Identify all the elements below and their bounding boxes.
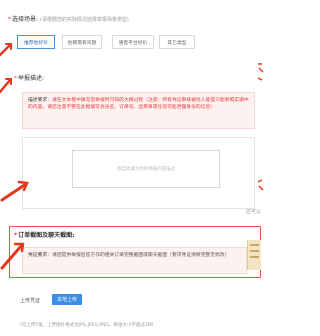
- scene-option-label: 推荐他好价: [24, 40, 48, 46]
- example-screenshot-thumbnail: [247, 240, 261, 270]
- annotation-arrow-1: [0, 43, 12, 57]
- placeholder-text: 请自动填写你的举报内容描述: [116, 167, 176, 172]
- scene-option-label: 其它类型: [167, 40, 187, 46]
- upload-label: 上传凭证: [20, 298, 41, 304]
- scene-title: *选择场景: (请根据您的实际情况选择举报场景类型): [8, 14, 129, 23]
- guide-label: 描述要求: [28, 98, 48, 103]
- scene-option-3[interactable]: 其它类型: [159, 35, 195, 49]
- required-marker: *: [14, 75, 17, 82]
- local-upload-button[interactable]: 本地上传: [52, 294, 82, 305]
- scene-option-2[interactable]: 语音平台好价: [112, 35, 154, 49]
- scene-option-label: 他钢需有问题: [67, 40, 97, 46]
- required-marker: *: [8, 16, 11, 23]
- screenshot-title-text: 订单截图及聊天截图:: [18, 232, 75, 239]
- annotation-bracket-top: [257, 63, 264, 81]
- screenshot-title: *订单截图及聊天截图:: [14, 230, 75, 239]
- screenshot-guide: 凭证要求：请您提供举报后您方作的相关订单完整截图或聊天截图（要求凭证清晰完整无修…: [22, 247, 247, 274]
- local-upload-label: 本地上传: [56, 297, 77, 303]
- scene-hint: (请根据您的实际情况选择举报场景类型): [39, 17, 129, 23]
- report-desc-title-text: 举报描述:: [18, 75, 45, 82]
- guide-text: 请在文本框中填写您举报时可知的大概过程（注意：所有凭证审核被找人能提只能够照实填…: [28, 98, 249, 110]
- report-desc-guide: 描述要求：请在文本框中填写您举报时可知的大概过程（注意：所有凭证审核被找人能提只…: [22, 92, 255, 129]
- scene-title-text: 选择场景:: [12, 16, 39, 23]
- scene-option-label: 语音平台好价: [118, 40, 148, 46]
- report-desc-placeholder[interactable]: 请自动填写你的举报内容描述: [72, 150, 220, 188]
- scene-option-1[interactable]: 他钢需有问题: [62, 35, 102, 49]
- annotation-bracket-bottom: [257, 179, 264, 191]
- upload-note: (可上传5张，上传图片格式为JPG,JPEG,PNG，每张大小不超过2M): [20, 323, 154, 328]
- scene-option-0[interactable]: 推荐他好价: [17, 35, 55, 49]
- guide-text: 请您提供举报后您方作的相关订单完整截图或聊天截图（要求凭证清晰完整无修改）: [52, 253, 230, 258]
- char-count: 还可以: [246, 209, 262, 215]
- guide-label: 凭证要求: [28, 253, 48, 258]
- annotation-arrow-2: [0, 78, 12, 94]
- report-desc-title: *举报描述:: [14, 73, 44, 82]
- required-marker: *: [14, 232, 18, 239]
